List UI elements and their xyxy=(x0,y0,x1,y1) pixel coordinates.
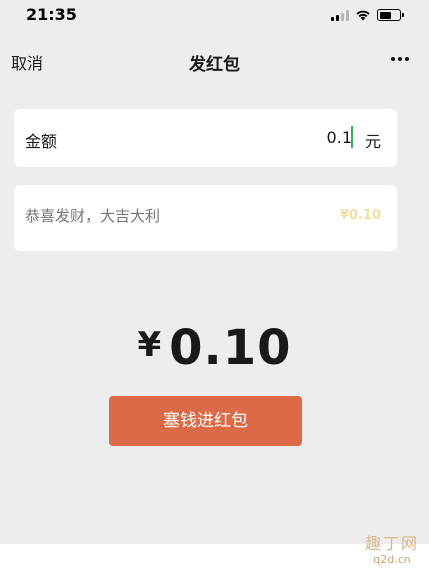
status-bar: 21:35 xyxy=(0,0,429,30)
amount-label: 金额 xyxy=(25,132,58,151)
more-dots-icon[interactable] xyxy=(391,57,409,61)
nav-bar: 取消 发红包 xyxy=(0,40,429,80)
greeting-card[interactable]: ¥0.10 xyxy=(14,185,397,251)
status-time: 21:35 xyxy=(26,5,77,24)
watermark-top: 趣丁网 xyxy=(364,534,419,553)
total-amount-value: 0.10 xyxy=(169,320,292,376)
wifi-icon xyxy=(356,10,370,21)
greeting-amount-hint: ¥0.10 xyxy=(339,208,381,223)
cellular-signal-icon xyxy=(331,9,349,21)
battery-level xyxy=(379,11,391,19)
watermark-logo: 趣丁网 q2d.cn xyxy=(364,534,419,566)
text-caret xyxy=(351,126,353,148)
amount-unit: 元 xyxy=(364,132,381,151)
greeting-input[interactable] xyxy=(25,207,285,225)
amount-input[interactable]: 0.1 xyxy=(327,128,352,147)
status-icons xyxy=(331,8,404,22)
total-amount: ¥0.10 xyxy=(0,320,429,376)
send-red-packet-button[interactable]: 塞钱进红包 xyxy=(109,396,302,446)
currency-symbol: ¥ xyxy=(137,325,162,365)
watermark-bottom: q2d.cn xyxy=(373,553,411,566)
amount-card[interactable]: 金额 0.1 元 xyxy=(14,109,397,167)
page-title: 发红包 xyxy=(189,55,240,75)
battery-icon xyxy=(377,9,404,21)
